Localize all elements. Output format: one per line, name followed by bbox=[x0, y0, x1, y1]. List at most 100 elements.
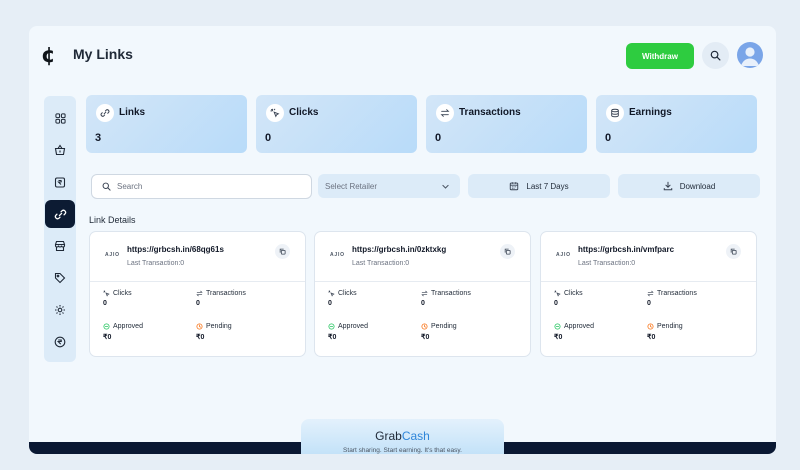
stat-card-earnings: Earnings 0 bbox=[596, 95, 757, 153]
basket-icon bbox=[54, 144, 66, 156]
stat-label: Earnings bbox=[629, 107, 672, 118]
page-title: My Links bbox=[73, 46, 133, 62]
promo-tagline: Start sharing. Start earning. It's that … bbox=[343, 447, 462, 454]
stat-value: 3 bbox=[95, 132, 102, 144]
retailer-select[interactable]: Select Retailer bbox=[318, 174, 460, 198]
stat-value: 0 bbox=[265, 132, 272, 144]
exchange-icon bbox=[196, 290, 203, 297]
link-card: AJIO https://grbcsh.in/68qg61s Last Tran… bbox=[89, 231, 306, 357]
metric-transactions: Transactions 0 bbox=[421, 290, 471, 307]
sidebar-item-stores[interactable] bbox=[45, 232, 75, 260]
link-icon bbox=[54, 209, 66, 219]
calendar-icon bbox=[510, 182, 519, 191]
last-transaction: Last Transaction:0 bbox=[127, 260, 185, 267]
grid-icon bbox=[54, 112, 66, 124]
metric-clicks: Clicks 0 bbox=[328, 290, 357, 307]
exchange-icon bbox=[440, 109, 450, 117]
date-range-button[interactable]: Last 7 Days bbox=[468, 174, 610, 198]
sidebar-item-wallet[interactable] bbox=[45, 168, 75, 196]
app-frame: ¢ My Links Withdraw Links 3 Clicks 0 Tra… bbox=[29, 26, 776, 454]
link-card: AJIO https://grbcsh.in/0zktxkg Last Tran… bbox=[314, 231, 531, 357]
copy-icon bbox=[279, 248, 286, 255]
metric-value: ₹0 bbox=[554, 334, 563, 341]
click-icon bbox=[328, 290, 335, 297]
sidebar-item-earnings[interactable] bbox=[45, 328, 75, 356]
sidebar-item-links[interactable] bbox=[45, 200, 75, 228]
user-avatar[interactable] bbox=[737, 42, 763, 68]
copy-link-button[interactable] bbox=[726, 244, 741, 259]
metric-pending: Pending ₹0 bbox=[647, 323, 683, 341]
link-icon bbox=[100, 109, 110, 117]
copy-link-button[interactable] bbox=[500, 244, 515, 259]
metric-transactions: Transactions 0 bbox=[647, 290, 697, 307]
sidebar-item-settings[interactable] bbox=[45, 296, 75, 324]
download-label: Download bbox=[679, 181, 716, 191]
download-icon bbox=[663, 181, 672, 191]
click-icon bbox=[103, 290, 110, 297]
search-icon bbox=[710, 50, 721, 61]
link-url[interactable]: https://grbcsh.in/0zktxkg bbox=[352, 245, 446, 254]
pending-clock-icon bbox=[647, 323, 654, 330]
retailer-logo: AJIO bbox=[556, 252, 571, 258]
last-transaction: Last Transaction:0 bbox=[352, 260, 410, 267]
retailer-select-placeholder: Select Retailer bbox=[325, 181, 378, 191]
pending-clock-icon bbox=[421, 323, 428, 330]
coins-icon bbox=[611, 108, 619, 118]
retailer-logo: AJIO bbox=[105, 252, 120, 258]
metric-approved: Approved ₹0 bbox=[328, 323, 368, 341]
exchange-icon bbox=[647, 290, 654, 297]
download-button[interactable]: Download bbox=[618, 174, 760, 198]
copy-link-button[interactable] bbox=[275, 244, 290, 259]
link-url[interactable]: https://grbcsh.in/68qg61s bbox=[127, 245, 224, 254]
link-card: AJIO https://grbcsh.in/vmfparc Last Tran… bbox=[540, 231, 757, 357]
metric-value: 0 bbox=[421, 300, 425, 307]
sidebar-item-dashboard[interactable] bbox=[45, 104, 75, 132]
stat-card-transactions: Transactions 0 bbox=[426, 95, 587, 153]
click-icon bbox=[270, 108, 280, 118]
link-details-title: Link Details bbox=[89, 215, 136, 225]
link-url[interactable]: https://grbcsh.in/vmfparc bbox=[578, 245, 674, 254]
metric-pending: Pending ₹0 bbox=[196, 323, 232, 341]
stat-label: Clicks bbox=[289, 107, 319, 118]
last-transaction: Last Transaction:0 bbox=[578, 260, 636, 267]
promo-brand: GrabCash bbox=[375, 429, 430, 443]
approved-icon bbox=[328, 323, 335, 330]
pending-clock-icon bbox=[196, 323, 203, 330]
exchange-icon bbox=[421, 290, 428, 297]
header-search-button[interactable] bbox=[702, 42, 729, 69]
metric-value: 0 bbox=[328, 300, 332, 307]
metric-value: ₹0 bbox=[647, 334, 656, 341]
metric-value: 0 bbox=[554, 300, 558, 307]
search-icon bbox=[102, 182, 111, 191]
metric-clicks: Clicks 0 bbox=[103, 290, 132, 307]
copy-icon bbox=[730, 248, 737, 255]
brand-logo-icon[interactable]: ¢ bbox=[41, 44, 63, 66]
metric-transactions: Transactions 0 bbox=[196, 290, 246, 307]
metric-value: ₹0 bbox=[421, 334, 430, 341]
metric-approved: Approved ₹0 bbox=[554, 323, 594, 341]
metric-value: ₹0 bbox=[328, 334, 337, 341]
metric-value: 0 bbox=[647, 300, 651, 307]
metric-value: 0 bbox=[196, 300, 200, 307]
search-field[interactable] bbox=[91, 174, 312, 199]
withdraw-button[interactable]: Withdraw bbox=[626, 43, 694, 69]
sidebar-item-offers[interactable] bbox=[45, 264, 75, 292]
date-range-label: Last 7 Days bbox=[526, 181, 569, 191]
stat-label: Links bbox=[119, 107, 146, 118]
promo-banner: GrabCash Start sharing. Start earning. I… bbox=[301, 419, 504, 454]
metric-clicks: Clicks 0 bbox=[554, 290, 583, 307]
store-icon bbox=[54, 240, 66, 252]
stat-value: 0 bbox=[435, 132, 442, 144]
approved-icon bbox=[103, 323, 110, 330]
click-icon bbox=[554, 290, 561, 297]
rupee-box-icon bbox=[54, 177, 66, 188]
rupee-circle-icon bbox=[54, 336, 66, 348]
stat-label: Transactions bbox=[459, 107, 521, 118]
metric-approved: Approved ₹0 bbox=[103, 323, 143, 341]
sidebar-item-shop[interactable] bbox=[45, 136, 75, 164]
tag-icon bbox=[54, 272, 66, 284]
chevron-down-icon bbox=[442, 184, 449, 189]
stat-card-clicks: Clicks 0 bbox=[256, 95, 417, 153]
search-input[interactable] bbox=[117, 182, 297, 191]
stat-card-links: Links 3 bbox=[86, 95, 247, 153]
